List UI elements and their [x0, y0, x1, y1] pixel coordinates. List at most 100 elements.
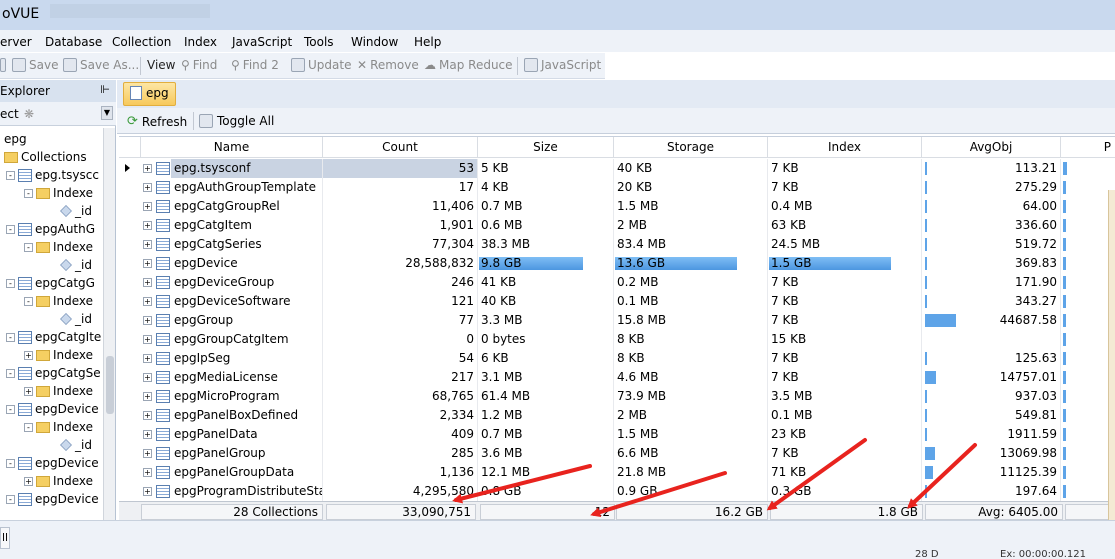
- tree-item[interactable]: - epgCatgIte: [6, 330, 101, 344]
- expand-icon[interactable]: +: [143, 411, 152, 420]
- tree-item[interactable]: - epgCatgG: [6, 276, 95, 290]
- expand-icon[interactable]: +: [143, 335, 152, 344]
- menu-javascript[interactable]: JavaScript: [232, 35, 292, 49]
- avgobj-bar: [925, 485, 927, 498]
- tree-item[interactable]: - Indexe: [24, 294, 93, 308]
- table-row[interactable]: + epgAuthGroupTemplate 17 4 KB 20 KB 7 KB 275.…: [119, 178, 1115, 197]
- tree-db[interactable]: epg: [4, 132, 27, 146]
- avgobj-bar: [925, 390, 927, 403]
- table-row[interactable]: + epgDeviceGroup 246 41 KB 0.2 MB 7 KB 171.90: [119, 273, 1115, 292]
- expand-icon[interactable]: +: [143, 164, 152, 173]
- tree-item[interactable]: _id: [60, 204, 92, 218]
- expand-icon[interactable]: +: [143, 430, 152, 439]
- expand-icon[interactable]: +: [143, 202, 152, 211]
- expand-icon[interactable]: +: [143, 278, 152, 287]
- connect-label[interactable]: ect: [0, 107, 19, 121]
- expand-icon[interactable]: +: [143, 240, 152, 249]
- tree-item[interactable]: - epgAuthG: [6, 222, 95, 236]
- table-row[interactable]: + epgCatgGroupRel 11,406 0.7 MB 1.5 MB 0.4 MB…: [119, 197, 1115, 216]
- table-row[interactable]: + epgMicroProgram 68,765 61.4 MB 73.9 MB 3.5 …: [119, 387, 1115, 406]
- tree-item[interactable]: - epgDevice: [6, 456, 99, 470]
- table-row[interactable]: + epgPanelData 409 0.7 MB 1.5 MB 23 KB 1911.59: [119, 425, 1115, 444]
- column-storage[interactable]: Storage: [614, 137, 768, 158]
- tree-item[interactable]: _id: [60, 312, 92, 326]
- cell-index: 1.5 GB: [768, 254, 922, 273]
- expand-icon[interactable]: +: [143, 221, 152, 230]
- tree-item[interactable]: - epgCatgSe: [6, 366, 101, 380]
- expand-icon[interactable]: +: [143, 449, 152, 458]
- expand-icon[interactable]: +: [143, 297, 152, 306]
- toggle-all-button[interactable]: Toggle All: [199, 114, 274, 128]
- explorer-dropdown-icon[interactable]: ▼: [101, 106, 113, 120]
- padding-bar: [1063, 200, 1066, 213]
- tree-item[interactable]: _id: [60, 438, 92, 452]
- expand-icon[interactable]: +: [143, 373, 152, 382]
- column-avgobj[interactable]: AvgObj: [922, 137, 1061, 158]
- scrollbar-thumb[interactable]: [106, 356, 114, 414]
- table-row[interactable]: + epgPanelGroup 285 3.6 MB 6.6 MB 7 KB 13069.9…: [119, 444, 1115, 463]
- tree-item[interactable]: + Indexe: [24, 474, 93, 488]
- find2-button[interactable]: ⚲ Find 2: [231, 58, 279, 72]
- tree-item[interactable]: - Indexe: [24, 240, 93, 254]
- menu-help[interactable]: Help: [414, 35, 441, 49]
- tree-item[interactable]: + Indexe: [24, 384, 93, 398]
- find-button[interactable]: ⚲ Find: [181, 58, 217, 72]
- table-row[interactable]: + epgDevice 28,588,832 9.8 GB 13.6 GB 1.5 GB 3…: [119, 254, 1115, 273]
- tree-item[interactable]: - epgDevice: [6, 402, 99, 416]
- side-panel-edge[interactable]: [1108, 190, 1115, 520]
- expand-icon[interactable]: +: [143, 316, 152, 325]
- tree-item[interactable]: - Indexe: [24, 420, 93, 434]
- table-row[interactable]: + epgDeviceSoftware 121 40 KB 0.1 MB 7 KB 343.…: [119, 292, 1115, 311]
- menu-server[interactable]: erver: [0, 35, 32, 49]
- column-count[interactable]: Count: [323, 137, 478, 158]
- cell-avgobj: 64.00: [922, 197, 1061, 216]
- collection-icon: [18, 168, 32, 182]
- remove-button[interactable]: ✕ Remove: [357, 58, 419, 72]
- menu-index[interactable]: Index: [184, 35, 217, 49]
- table-row[interactable]: + epgPanelBoxDefined 2,334 1.2 MB 2 MB 0.1 MB…: [119, 406, 1115, 425]
- table-row[interactable]: + epgMediaLicense 217 3.1 MB 4.6 MB 7 KB 14757…: [119, 368, 1115, 387]
- table-row[interactable]: + epgPanelGroupData 1,136 12.1 MB 21.8 MB 71 …: [119, 463, 1115, 482]
- pin-icon[interactable]: ⊩: [100, 83, 110, 96]
- expand-icon[interactable]: +: [143, 259, 152, 268]
- expand-icon[interactable]: +: [143, 183, 152, 192]
- tree-item[interactable]: + Indexe: [24, 348, 93, 362]
- javascript-button[interactable]: JavaScript: [524, 58, 601, 72]
- table-row[interactable]: + epgGroup 77 3.3 MB 15.8 MB 7 KB 44687.58: [119, 311, 1115, 330]
- expand-icon[interactable]: +: [143, 468, 152, 477]
- tree-item[interactable]: - epg.tsyscc: [6, 168, 99, 182]
- save-button[interactable]: Save: [12, 58, 58, 72]
- expand-icon[interactable]: +: [143, 487, 152, 496]
- table-row[interactable]: + epgProgramDistributeSta... 4,295,580 0.8 …: [119, 482, 1115, 501]
- menu-collection[interactable]: Collection: [112, 35, 171, 49]
- save-as-button[interactable]: Save As...: [63, 58, 139, 72]
- column-name[interactable]: Name: [141, 137, 323, 158]
- tree-item[interactable]: - epgDevice: [6, 492, 99, 506]
- table-row[interactable]: + epgIpSeg 54 6 KB 8 KB 7 KB 125.63: [119, 349, 1115, 368]
- column-padding[interactable]: P: [1061, 137, 1115, 158]
- toolbar-open[interactable]: [0, 58, 6, 72]
- column-size[interactable]: Size: [478, 137, 614, 158]
- tree-item[interactable]: - Indexe: [24, 186, 93, 200]
- table-row[interactable]: + epgCatgItem 1,901 0.6 MB 2 MB 63 KB 336.60: [119, 216, 1115, 235]
- table-row[interactable]: + epgGroupCatgItem 0 0 bytes 8 KB 15 KB: [119, 330, 1115, 349]
- cloud-icon: ☁: [424, 58, 436, 72]
- menu-tools[interactable]: Tools: [304, 35, 334, 49]
- tree-item[interactable]: _id: [60, 258, 92, 272]
- collection-icon: [156, 428, 170, 441]
- menu-database[interactable]: Database: [45, 35, 102, 49]
- column-index[interactable]: Index: [768, 137, 922, 158]
- expand-icon[interactable]: +: [143, 354, 152, 363]
- map-reduce-button[interactable]: ☁ Map Reduce: [424, 58, 513, 72]
- tab-epg[interactable]: epg: [123, 82, 176, 106]
- refresh-button[interactable]: ⟳ Refresh: [127, 114, 187, 129]
- table-row[interactable]: + epgCatgSeries 77,304 38.3 MB 83.4 MB 24.5 M…: [119, 235, 1115, 254]
- update-button[interactable]: Update: [291, 58, 351, 72]
- view-button[interactable]: View: [147, 58, 175, 72]
- menu-window[interactable]: Window: [351, 35, 398, 49]
- expand-icon[interactable]: +: [143, 392, 152, 401]
- explorer-scrollbar[interactable]: [103, 128, 115, 520]
- avgobj-bar: [925, 447, 935, 460]
- tree-collections[interactable]: Collections: [4, 150, 87, 164]
- table-row[interactable]: + epg.tsysconf 53 5 KB 40 KB 7 KB 113.21: [119, 159, 1115, 178]
